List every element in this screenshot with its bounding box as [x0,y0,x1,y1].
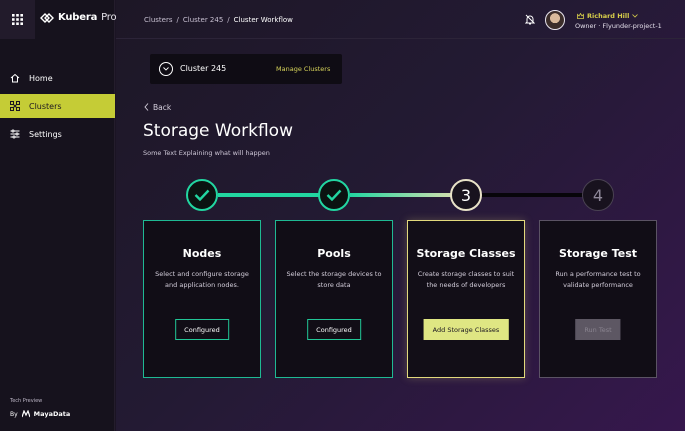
breadcrumb-item-cluster[interactable]: Cluster 245 [183,16,223,24]
breadcrumb-item-current: Cluster Workflow [233,16,293,24]
sidebar-item-label: Settings [29,129,62,139]
manage-clusters-link[interactable]: Manage Clusters [276,65,330,73]
cluster-dropdown-button[interactable] [159,62,173,76]
breadcrumb-separator: / [227,16,230,24]
back-label: Back [153,103,172,112]
workflow-stepper: 3 4 [116,176,685,216]
company-name: MayaData [33,410,71,418]
chevron-down-icon [632,14,639,18]
step-2-complete[interactable] [318,179,350,211]
card-pools: Pools Select the storage devices to stor… [275,220,393,378]
notification-bell-icon[interactable] [525,14,535,25]
stepper-connector [218,193,334,197]
cluster-selector: Cluster 245 Manage Clusters [150,54,342,84]
card-title: Storage Classes [416,247,516,260]
step-3-current[interactable]: 3 [450,179,482,211]
sidebar: Kubera Propel Home Clusters Settings Tec… [0,0,131,431]
breadcrumb: Clusters / Cluster 245 / Cluster Workflo… [144,16,293,24]
breadcrumb-separator: / [176,16,179,24]
breadcrumb-item-clusters[interactable]: Clusters [144,16,173,24]
top-bar: Clusters / Cluster 245 / Cluster Workflo… [116,0,685,39]
card-description: Run a performance test to validate perfo… [555,270,641,289]
card-storage-test: Storage Test Run a performance test to v… [539,220,657,378]
card-title: Storage Test [558,247,638,260]
by-label: By [10,410,18,418]
tech-preview-label: Tech Preview [10,398,43,404]
checkmark-icon [326,189,342,201]
sidebar-item-label: Home [29,73,53,83]
page-subtitle: Some Text Explaining what will happen [143,149,270,157]
brand-name-bold: Kubera [58,12,98,23]
mayadata-logo-icon [21,410,30,418]
settings-icon [10,129,20,139]
user-role: Owner · Flyunder-project-1 [575,22,662,30]
card-title: Pools [317,247,351,260]
sidebar-nav: Home Clusters Settings [0,66,115,150]
home-icon [10,73,20,83]
user-name: Richard Hill [587,12,630,20]
card-description: Select the storage devices to store data [286,270,382,289]
card-description: Select and configure storage and applica… [155,270,249,289]
sidebar-item-settings[interactable]: Settings [0,122,115,146]
sidebar-footer: Tech Preview By MayaData [10,398,70,418]
main-content: Clusters / Cluster 245 / Cluster Workflo… [116,0,685,431]
clusters-icon [10,101,20,111]
card-storage-classes: Storage Classes Create storage classes t… [407,220,525,378]
step-4-pending: 4 [582,179,614,211]
pools-configured-button[interactable]: Configured [307,319,361,340]
step-1-complete[interactable] [186,179,218,211]
crown-icon [577,13,584,19]
sidebar-item-home[interactable]: Home [0,66,115,90]
back-link[interactable]: Back [144,103,171,112]
sidebar-item-label: Clusters [29,101,62,111]
powered-by: By MayaData [10,410,70,418]
grid-icon [12,14,23,25]
stepper-connector [350,193,466,197]
avatar[interactable] [545,10,565,30]
cluster-name: Cluster 245 [180,64,227,73]
nodes-configured-button[interactable]: Configured [175,319,229,340]
chevron-left-icon [144,103,149,111]
run-test-button[interactable]: Run Test [575,319,621,340]
stepper-connector [482,193,598,197]
user-menu[interactable]: Richard Hill [577,12,639,20]
sidebar-item-clusters[interactable]: Clusters [0,94,115,118]
card-title: Nodes [182,247,222,260]
card-nodes: Nodes Select and configure storage and a… [143,220,261,378]
kubera-logo-icon [40,12,54,23]
app-launcher-button[interactable] [0,0,35,39]
card-description: Create storage classes to suit the needs… [417,270,515,289]
page-title: Storage Workflow [143,121,293,141]
add-storage-classes-button[interactable]: Add Storage Classes [423,319,509,340]
chevron-down-icon [163,67,169,71]
checkmark-icon [194,189,210,201]
